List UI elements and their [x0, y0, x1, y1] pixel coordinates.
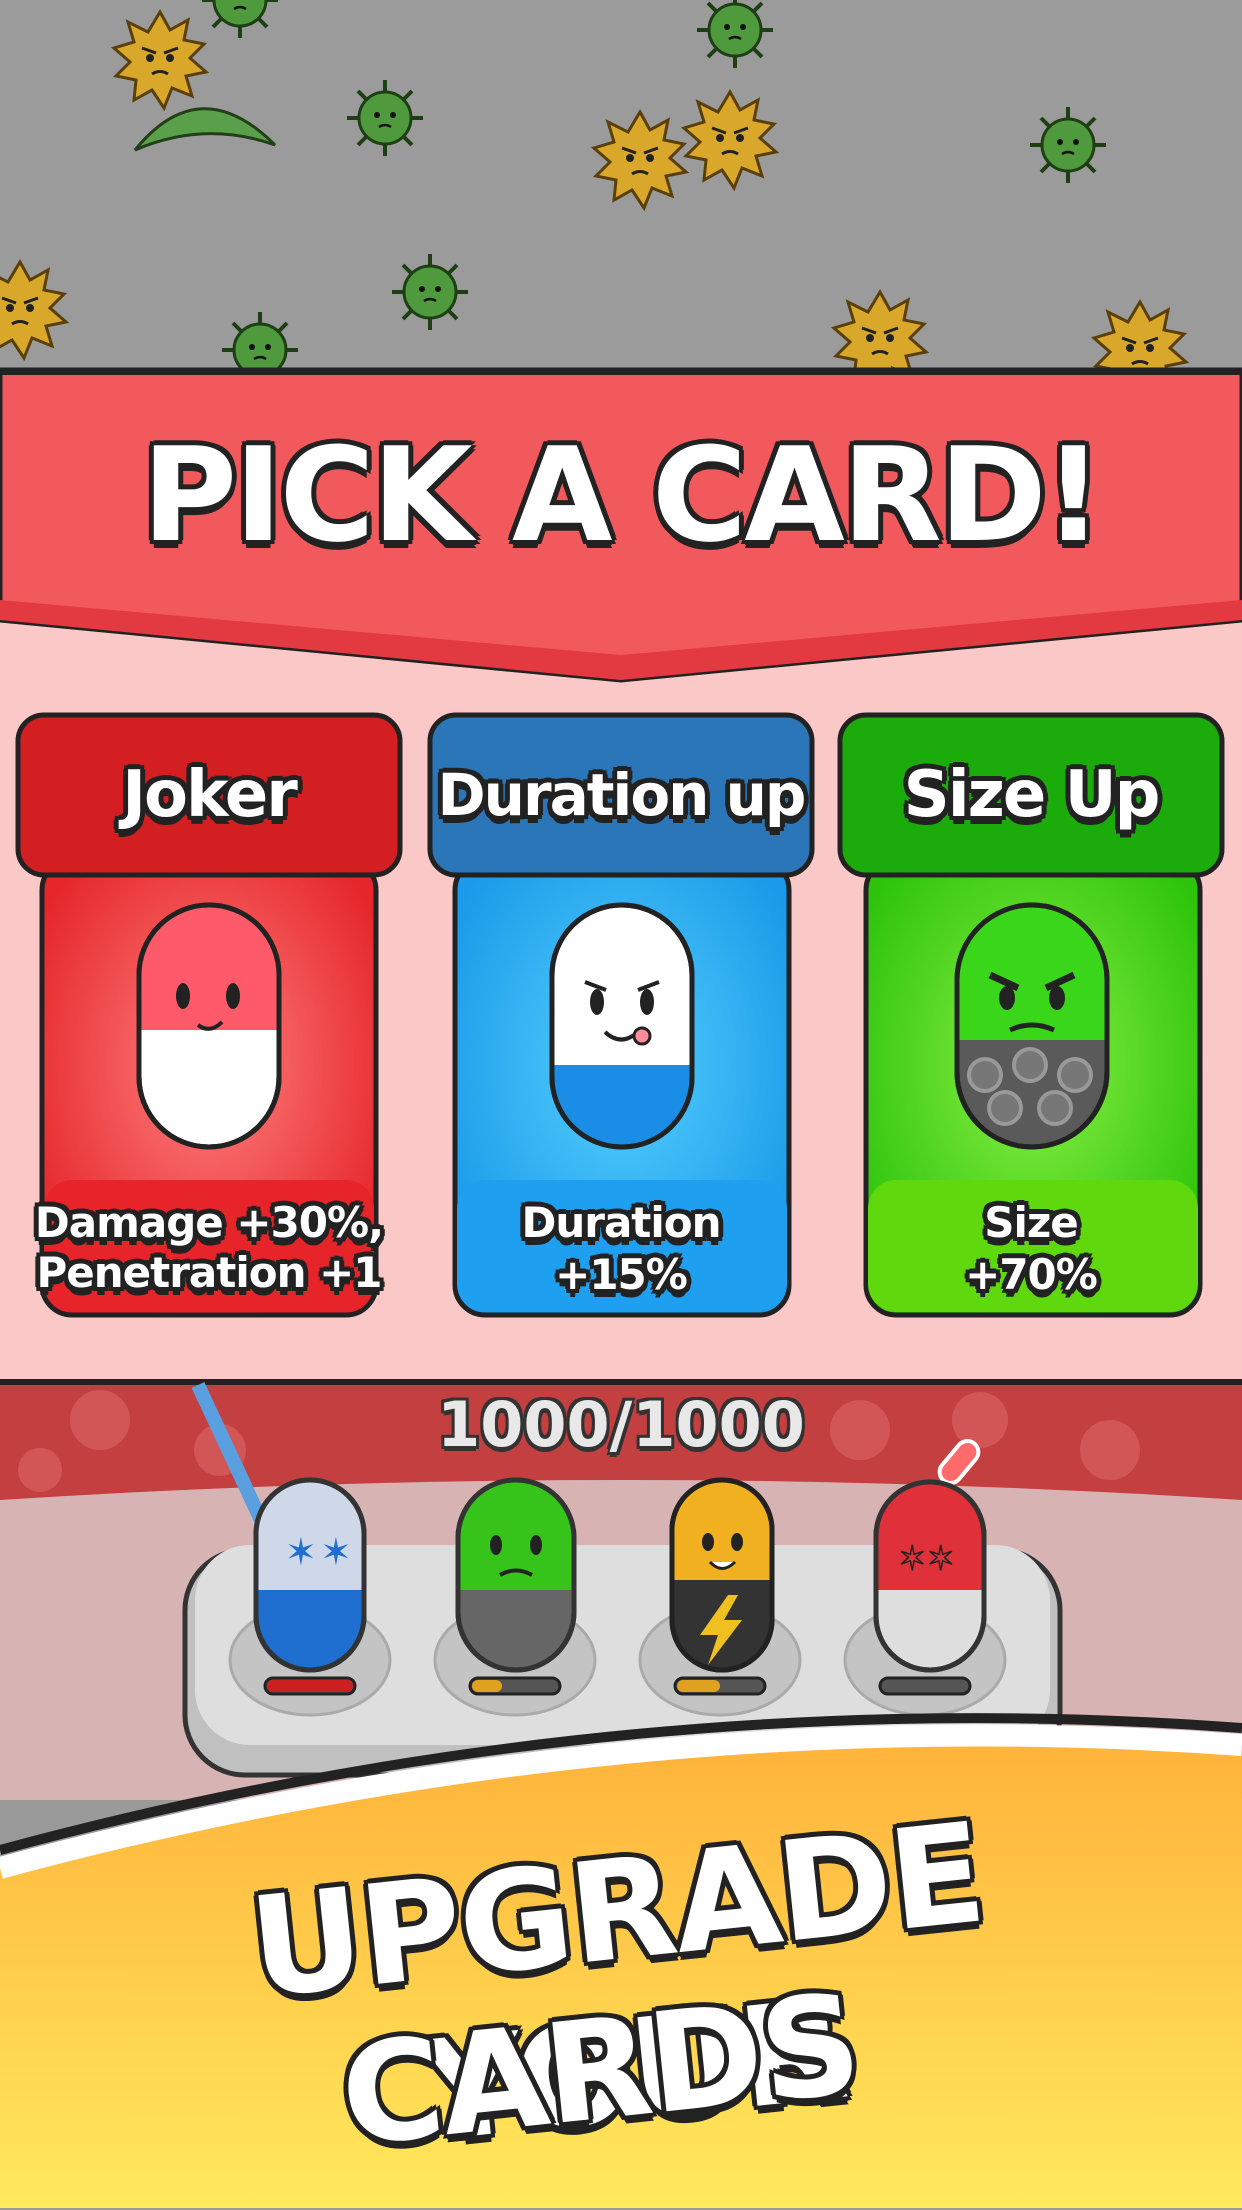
level-bar-fill: [267, 1680, 353, 1692]
tray-count: 1000/1000: [437, 1388, 805, 1461]
card-size-title: Size Up: [903, 758, 1161, 832]
svg-text:✶: ✶: [320, 1530, 352, 1574]
svg-text:✶✶: ✶✶: [898, 1539, 955, 1579]
level-bar-track: [878, 1676, 972, 1696]
card-size-desc-line2: +70%: [965, 1250, 1098, 1299]
svg-text:✶: ✶: [285, 1530, 317, 1574]
card-duration-desc-line2: +15%: [555, 1250, 688, 1299]
banner-title: PICK A CARD!: [141, 419, 1103, 571]
tray-pill-blue-star: ✶ ✶: [253, 1477, 367, 1673]
card-duration-title: Duration up: [437, 761, 807, 829]
level-bar-fill: [677, 1680, 720, 1692]
tray-pill-green-armor: [455, 1477, 577, 1673]
tray-pill-lightning: [669, 1477, 775, 1673]
card-joker-title: Joker: [122, 758, 298, 832]
level-bar-fill: [472, 1680, 503, 1692]
card-duration-desc-line1: Duration: [521, 1198, 721, 1247]
card-size-up[interactable]: Size Up Size +70%: [840, 715, 1222, 1315]
card-joker-desc-line2: Penetration +1: [36, 1248, 382, 1297]
card-joker[interactable]: Joker Damage +30%, Penetration +1: [18, 715, 400, 1315]
card-size-desc-line1: Size: [984, 1198, 1079, 1247]
tray-pill-red-star: ✶✶: [873, 1479, 987, 1673]
card-duration-up[interactable]: Duration up Duration +15%: [430, 715, 812, 1315]
card-joker-desc-line1: Damage +30%,: [34, 1198, 384, 1247]
